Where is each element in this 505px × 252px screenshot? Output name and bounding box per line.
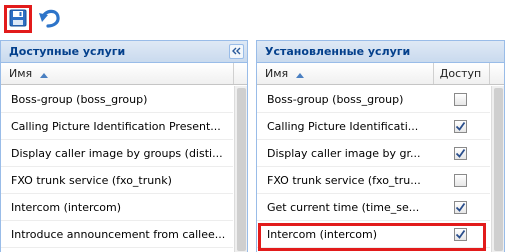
column-name-label: Имя [9,67,33,80]
table-row[interactable]: Get current time (time_se... [257,194,490,221]
installed-services-scrollbar[interactable] [491,86,504,252]
list-item[interactable]: Boss-group (boss_group) [1,86,233,113]
save-button[interactable] [4,5,32,33]
installed-services-header: Установленные услуги [257,41,504,63]
service-name: Boss-group (boss_group) [11,93,148,106]
checkmark-icon [455,148,466,158]
list-item[interactable]: Intercom (intercom) [1,194,233,221]
available-services-panel: Доступные услуги Имя Boss-group (boss_gr… [0,40,248,252]
table-row[interactable]: Calling Picture Identificati... [257,113,490,140]
undo-arrow-icon [38,7,62,32]
checkmark-icon [455,229,466,239]
access-checkbox[interactable] [454,174,467,187]
installed-services-list: Boss-group (boss_group) Calling Picture … [257,86,490,248]
list-item[interactable]: Display caller image by groups (disti... [1,140,233,167]
access-checkbox[interactable] [454,147,467,160]
access-checkbox[interactable] [454,120,467,133]
available-services-title: Доступные услуги [9,45,126,58]
service-name: Get current time (time_se... [267,201,420,214]
service-name: Display caller image by gr... [267,147,421,160]
column-name-sort[interactable]: Имя [257,63,304,84]
checkmark-icon [455,121,466,131]
scrollbar-thumb[interactable] [494,88,503,251]
floppy-disk-icon [9,9,27,30]
service-name: Calling Picture Identificati... [267,120,419,133]
service-name: Intercom (intercom) [267,228,378,241]
table-row[interactable]: Boss-group (boss_group) [257,86,490,113]
undo-button[interactable] [36,5,64,33]
installed-services-column-header: Имя Доступ [257,63,504,85]
available-services-column-header: Имя [1,63,247,85]
table-row[interactable]: Intercom (intercom) [257,221,490,248]
list-item[interactable]: FXO trunk service (fxo_trunk) [1,167,233,194]
table-row[interactable]: Display caller image by gr... [257,140,490,167]
column-access-header[interactable]: Доступ [433,63,487,84]
checkmark-icon [455,202,466,212]
sort-ascending-icon [39,64,48,85]
collapse-panel-button[interactable] [229,44,244,59]
available-services-header: Доступные услуги [1,41,247,63]
available-services-scrollbar[interactable] [234,86,247,252]
column-divider [489,63,490,84]
toolbar [0,0,505,38]
available-services-list: Boss-group (boss_group) Calling Picture … [1,86,233,248]
service-name: Display caller image by groups (disti... [11,147,223,160]
scrollbar-thumb[interactable] [237,88,246,251]
service-name: Introduce announcement from callee... [11,228,226,241]
column-name-sort[interactable]: Имя [1,63,48,84]
access-checkbox[interactable] [454,93,467,106]
access-checkbox[interactable] [454,228,467,241]
column-name-label: Имя [265,67,289,80]
installed-services-panel: Установленные услуги Имя Доступ Boss-gro… [256,40,505,252]
list-item[interactable]: Calling Picture Identification Present..… [1,113,233,140]
service-name: Intercom (intercom) [11,201,122,214]
access-checkbox[interactable] [454,201,467,214]
table-row[interactable]: FXO trunk service (fxo_tru... [257,167,490,194]
installed-services-title: Установленные услуги [265,45,411,58]
double-chevron-left-icon [232,41,241,62]
column-access-label: Доступ [439,67,482,80]
sort-ascending-icon [295,64,304,85]
list-item[interactable]: Introduce announcement from callee... [1,221,233,248]
service-name: Calling Picture Identification Present..… [11,120,221,133]
service-name: Boss-group (boss_group) [267,93,404,106]
service-name: FXO trunk service (fxo_trunk) [11,174,172,187]
column-divider [233,63,234,84]
service-name: FXO trunk service (fxo_tru... [267,174,421,187]
